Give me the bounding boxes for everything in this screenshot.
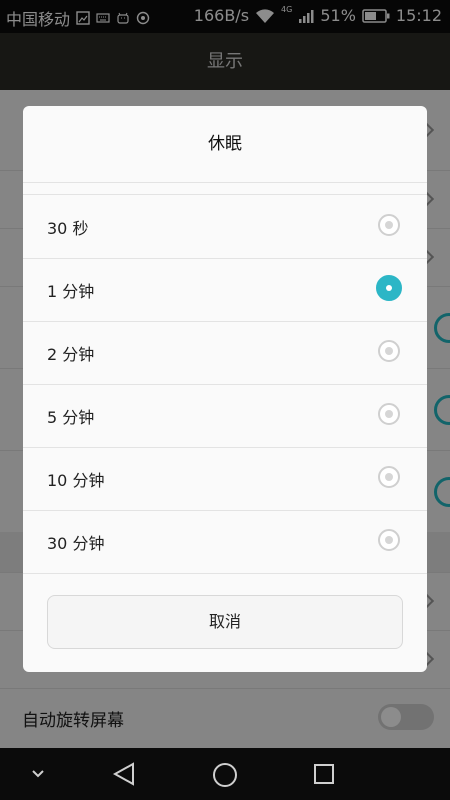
radio-unselected-icon[interactable] xyxy=(378,529,400,551)
navigation-bar xyxy=(0,748,450,800)
radio-unselected-icon[interactable] xyxy=(378,403,400,425)
radio-unselected-icon[interactable] xyxy=(378,466,400,488)
option-5-minutes[interactable]: 5 分钟 xyxy=(23,384,427,448)
sleep-dialog: 休眠 30 秒 1 分钟 2 分钟 5 分钟 10 分钟 30 分钟 取消 xyxy=(23,106,427,672)
option-label: 30 秒 xyxy=(47,219,89,238)
radio-selected-icon[interactable] xyxy=(376,275,402,301)
option-2-minutes[interactable]: 2 分钟 xyxy=(23,321,427,385)
recent-apps-icon[interactable] xyxy=(313,763,335,785)
divider xyxy=(23,182,427,183)
back-icon[interactable] xyxy=(112,762,138,786)
radio-unselected-icon[interactable] xyxy=(378,214,400,236)
option-label: 5 分钟 xyxy=(47,408,95,427)
option-label: 10 分钟 xyxy=(47,471,105,490)
option-label: 2 分钟 xyxy=(47,345,95,364)
home-icon[interactable] xyxy=(212,762,238,788)
option-30-seconds[interactable]: 30 秒 xyxy=(23,195,427,259)
cancel-button[interactable]: 取消 xyxy=(47,595,403,649)
hide-navbar-icon[interactable] xyxy=(30,766,46,782)
option-label: 30 分钟 xyxy=(47,534,105,553)
option-10-minutes[interactable]: 10 分钟 xyxy=(23,447,427,511)
dialog-title: 休眠 xyxy=(208,134,242,154)
option-30-minutes[interactable]: 30 分钟 xyxy=(23,510,427,574)
option-1-minute[interactable]: 1 分钟 xyxy=(23,258,427,322)
option-label: 1 分钟 xyxy=(47,282,95,301)
radio-unselected-icon[interactable] xyxy=(378,340,400,362)
